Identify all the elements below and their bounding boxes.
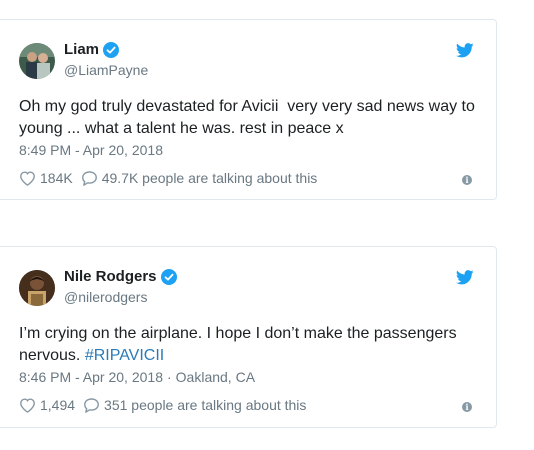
tweet-actions: 184K 49.7K people are talking about this: [19, 170, 317, 186]
tweet-timestamp[interactable]: 8:49 PM - Apr 20, 2018: [19, 142, 163, 158]
talking-count: 351 people are talking about this: [104, 397, 307, 413]
tweet-card-nile-rodgers[interactable]: Nile Rodgers @nilerodgers I’m crying on …: [0, 246, 497, 428]
display-name[interactable]: Nile Rodgers: [64, 268, 157, 286]
author-row: Nile Rodgers: [64, 268, 177, 286]
verified-badge-icon: [160, 269, 177, 285]
display-name[interactable]: Liam: [64, 41, 99, 59]
tweet-card-liam[interactable]: Liam @LiamPayne Oh my god truly devastat…: [0, 19, 497, 200]
speech-bubble-icon: [84, 398, 99, 413]
speech-bubble-icon: [81, 171, 97, 186]
conversation-action[interactable]: 351 people are talking about this: [83, 397, 306, 413]
twitter-bird-icon[interactable]: [456, 43, 474, 58]
like-count: 1,494: [40, 397, 76, 413]
user-handle[interactable]: @LiamPayne: [64, 62, 148, 78]
tweet-text: Oh my god truly devastated for Avicii ve…: [19, 98, 480, 137]
author-row: Liam: [64, 41, 120, 59]
like-action[interactable]: 184K: [19, 170, 73, 186]
avatar[interactable]: [19, 43, 55, 79]
conversation-action[interactable]: 49.7K people are talking about this: [81, 170, 318, 186]
location-link[interactable]: Oakland, CA: [176, 369, 255, 385]
heart-icon: [20, 171, 35, 186]
avatar[interactable]: [19, 270, 55, 306]
talking-count: 49.7K people are talking about this: [101, 170, 318, 186]
info-icon[interactable]: i: [462, 175, 472, 185]
info-icon[interactable]: i: [462, 402, 472, 412]
tweet-timestamp: 8:46 PM - Apr 20, 2018 · Oakland, CA: [19, 369, 255, 385]
meta-separator: ·: [166, 369, 172, 385]
hashtag-link[interactable]: #RIPAVICII: [85, 347, 164, 364]
heart-icon: [20, 398, 35, 413]
twitter-bird-icon[interactable]: [456, 270, 474, 285]
timestamp-link[interactable]: 8:46 PM - Apr 20, 2018: [19, 369, 163, 385]
user-handle[interactable]: @nilerodgers: [64, 289, 147, 305]
tweet-actions: 1,494 351 people are talking about this: [19, 397, 306, 413]
tweet-feed: Liam @LiamPayne Oh my god truly devastat…: [0, 0, 534, 450]
like-count: 184K: [40, 170, 73, 186]
like-action[interactable]: 1,494: [19, 397, 75, 413]
verified-badge-icon: [103, 42, 120, 58]
timestamp-link[interactable]: 8:49 PM - Apr 20, 2018: [19, 142, 163, 158]
tweet-text: I’m crying on the airplane. I hope I don…: [19, 323, 489, 367]
